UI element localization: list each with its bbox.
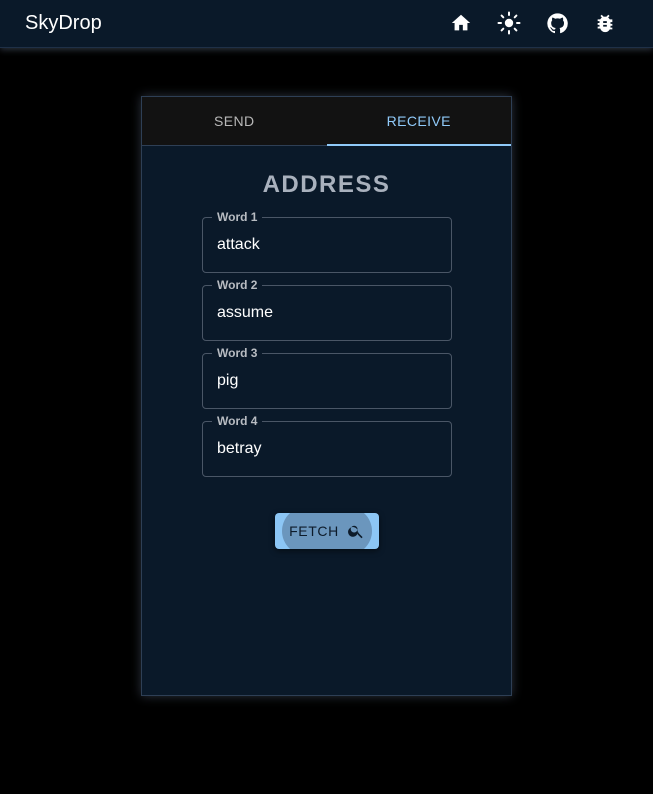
fetch-button-label: FETCH [289, 523, 339, 539]
word-4-label: Word 4 [212, 414, 263, 428]
app-bar: SkyDrop [0, 0, 653, 48]
word-2-label: Word 2 [212, 278, 263, 292]
word-3-label: Word 3 [212, 346, 263, 360]
fetch-button-content: FETCH [275, 513, 379, 549]
tab-bar: SEND RECEIVE [142, 97, 511, 146]
github-icon[interactable] [545, 11, 569, 35]
receive-card: SEND RECEIVE ADDRESS Word 1 Word 2 Word … [141, 96, 512, 696]
word-4-input[interactable] [217, 440, 437, 458]
tab-send[interactable]: SEND [142, 97, 327, 145]
bug-icon[interactable] [593, 11, 617, 35]
word-3-input[interactable] [217, 372, 437, 390]
app-title: SkyDrop [25, 12, 102, 34]
search-icon [347, 522, 365, 540]
address-heading: ADDRESS [262, 171, 391, 198]
tab-receive[interactable]: RECEIVE [326, 97, 512, 146]
home-icon[interactable] [449, 11, 473, 35]
word-2-input[interactable] [217, 304, 437, 322]
word-4-field[interactable]: Word 4 [202, 414, 452, 477]
fetch-button[interactable]: FETCH [275, 513, 379, 549]
word-1-label: Word 1 [212, 210, 263, 224]
word-1-input[interactable] [217, 236, 437, 254]
word-2-field[interactable]: Word 2 [202, 278, 452, 341]
word-3-field[interactable]: Word 3 [202, 346, 452, 409]
word-1-field[interactable]: Word 1 [202, 210, 452, 273]
brightness-icon[interactable] [497, 11, 521, 35]
